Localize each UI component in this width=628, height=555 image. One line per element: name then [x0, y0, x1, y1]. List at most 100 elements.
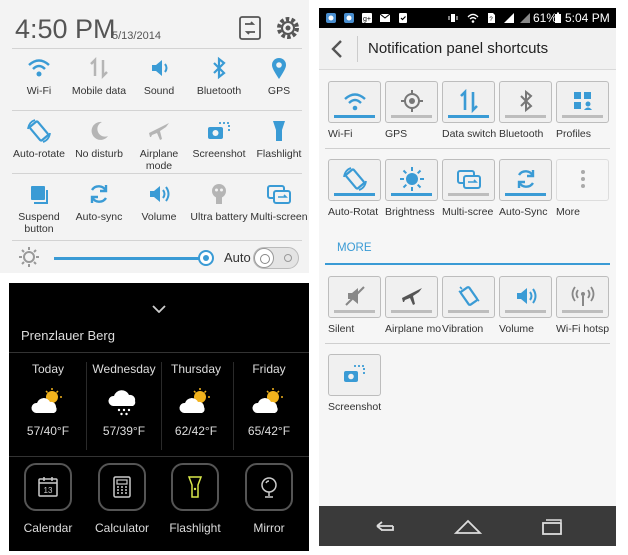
shortcut-multi-screen[interactable]: Multi-scree: [442, 159, 495, 218]
calculator-icon: [113, 476, 131, 498]
app-icon-frame: 13: [24, 463, 72, 511]
shortcut-label: Bluetooth: [499, 128, 544, 140]
forecast-day[interactable]: Wednesday 57/39°F: [89, 362, 159, 438]
app-mirror[interactable]: Mirror: [233, 463, 305, 535]
shortcut-airplane-mode[interactable]: Airplane mo: [385, 276, 441, 335]
home-icon[interactable]: [453, 516, 483, 536]
shortcut-screenshot[interactable]: Screenshot: [328, 354, 381, 413]
forecast-day[interactable]: Friday 65/42°F: [234, 362, 304, 438]
shortcut-auto-rotate[interactable]: Auto-Rotat: [328, 159, 381, 218]
shortcut-tile: [385, 81, 438, 123]
shortcut-more[interactable]: More: [556, 159, 609, 218]
qs-tile-auto-sync[interactable]: Auto-sync: [68, 180, 130, 223]
shortcut-auto-sync[interactable]: Auto-Sync: [499, 159, 552, 218]
qs-tile-bluetooth[interactable]: Bluetooth: [188, 54, 250, 97]
shortcut-state-bar: [448, 310, 489, 313]
shortcut-state-bar: [562, 115, 603, 118]
shortcut-silent[interactable]: Silent: [328, 276, 381, 335]
qs-tile-flashlight[interactable]: Flashlight: [248, 117, 310, 160]
rotate-settings-icon[interactable]: [236, 14, 264, 42]
shortcut-state-bar: [391, 310, 432, 313]
shortcut-label: Wi-Fi hotsp: [556, 323, 610, 335]
shortcut-label: Auto-Sync: [499, 206, 548, 218]
auto-brightness-toggle[interactable]: [253, 247, 299, 269]
shortcut-tile: [328, 159, 381, 201]
qs-tile-suspend-button[interactable]: Suspend button: [8, 180, 70, 235]
shortcut-wifi-hotspot[interactable]: Wi-Fi hotsp: [556, 276, 609, 335]
app-flashlight[interactable]: Flashlight: [159, 463, 231, 535]
airplane-icon: [149, 123, 169, 140]
ultra-battery-icon: [212, 184, 226, 204]
qs-tile-label: Sound: [143, 85, 175, 97]
volume-icon: [150, 186, 170, 202]
shortcut-tile: [556, 276, 609, 318]
shortcut-tile: [499, 81, 552, 123]
day-temps: 62/42°F: [174, 424, 218, 438]
page-title: Notification panel shortcuts: [368, 40, 549, 57]
shortcut-brightness[interactable]: Brightness: [385, 159, 438, 218]
day-name: Wednesday: [92, 362, 156, 376]
qs-tile-gps[interactable]: GPS: [248, 54, 310, 97]
qs-tile-multi-screen[interactable]: Multi-screen: [248, 180, 310, 223]
qs-tile-screenshot[interactable]: Screenshot: [188, 117, 250, 160]
shortcut-wifi[interactable]: Wi-Fi: [328, 81, 381, 140]
qs-tile-label: Auto-sync: [75, 211, 123, 223]
qs-tile-mobile-data[interactable]: Mobile data: [68, 54, 130, 97]
shortcut-bluetooth[interactable]: Bluetooth: [499, 81, 552, 140]
brightness-icon: [400, 167, 424, 191]
qs-tile-auto-rotate[interactable]: Auto-rotate: [8, 117, 70, 160]
qs-tile-label: Screenshot: [192, 148, 246, 160]
forecast-day[interactable]: Thursday 62/42°F: [161, 362, 231, 438]
more-icon: [581, 170, 585, 188]
shortcut-tile: [442, 81, 495, 123]
more-section-divider: [325, 263, 610, 265]
shortcut-label: GPS: [385, 128, 408, 140]
gear-icon[interactable]: [274, 14, 302, 42]
shortcut-state-bar: [448, 115, 489, 118]
shortcut-gps[interactable]: GPS: [385, 81, 438, 140]
shortcut-tile: [328, 81, 381, 123]
flashlight-icon: [187, 476, 203, 498]
divider: [12, 110, 302, 111]
brightness-slider-track[interactable]: [54, 257, 206, 260]
shortcut-state-bar: [505, 115, 546, 118]
app-notification-icon: [326, 13, 336, 23]
hotspot-icon: [571, 286, 595, 306]
day-temps: 57/39°F: [102, 424, 146, 438]
shortcut-data-switch[interactable]: Data switch: [442, 81, 496, 140]
toggle-off-indicator: [284, 254, 292, 262]
shortcut-tile: [499, 276, 552, 318]
gps-icon: [272, 58, 286, 79]
qs-tile-sound[interactable]: Sound: [128, 54, 190, 97]
app-calendar[interactable]: 13 Calendar: [12, 463, 84, 535]
google-plus-icon: g+: [362, 13, 372, 23]
status-clock: 5:04 PM: [565, 11, 610, 25]
wifi-status-icon: [467, 13, 479, 23]
shortcut-volume[interactable]: Volume: [499, 276, 552, 335]
forecast-day[interactable]: Today 57/40°F: [13, 362, 83, 438]
battery-icon: [555, 12, 561, 23]
shortcut-vibration[interactable]: Vibration: [442, 276, 495, 335]
shortcut-label: Airplane mo: [385, 323, 442, 335]
shortcut-profiles[interactable]: Profiles: [556, 81, 609, 140]
shortcut-label: Vibration: [442, 323, 484, 335]
shortcut-tile: [385, 159, 438, 201]
recent-apps-icon[interactable]: [537, 516, 567, 536]
qs-tile-ultra-battery[interactable]: Ultra battery: [188, 180, 250, 223]
chevron-down-icon[interactable]: [152, 305, 166, 313]
data-switch-icon: [460, 88, 478, 114]
qs-tile-label: GPS: [267, 85, 291, 97]
app-calculator[interactable]: Calculator: [86, 463, 158, 535]
qs-tile-wifi[interactable]: Wi-Fi: [8, 54, 70, 97]
brightness-slider-thumb[interactable]: [198, 250, 214, 266]
qs-tile-no-disturb[interactable]: No disturb: [68, 117, 130, 160]
gps-icon: [401, 90, 423, 112]
qs-tile-label: Volume: [141, 211, 177, 223]
back-icon[interactable]: [369, 516, 399, 536]
shortcut-label: Data switch: [442, 128, 497, 140]
shortcut-label: Auto-Rotat: [328, 206, 379, 218]
qs-tile-volume[interactable]: Volume: [128, 180, 190, 223]
qs-tile-airplane-mode[interactable]: Airplane mode: [128, 117, 190, 172]
back-arrow-icon[interactable]: [330, 39, 344, 59]
shortcut-label: Screenshot: [328, 401, 382, 413]
